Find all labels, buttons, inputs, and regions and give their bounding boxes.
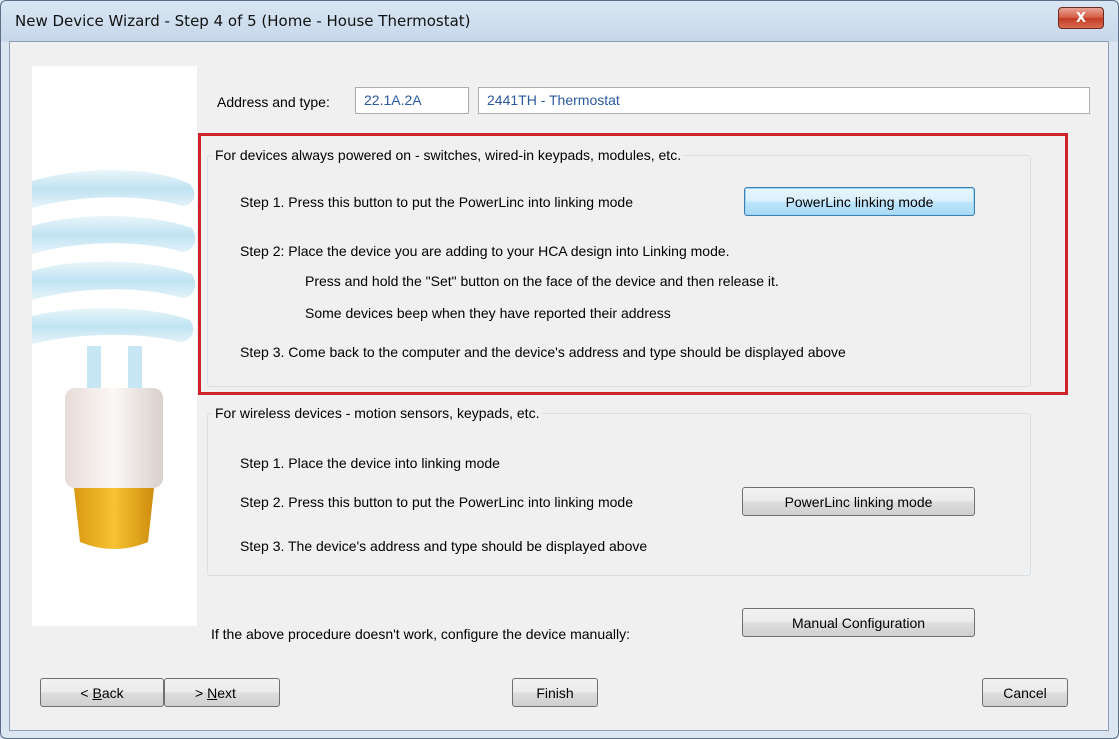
wireless-powerlinc-linking-button[interactable]: PowerLinc linking mode bbox=[742, 487, 975, 516]
wireless-devices-title: For wireless devices - motion sensors, k… bbox=[212, 405, 543, 421]
wizard-window: New Device Wizard - Step 4 of 5 (Home - … bbox=[0, 0, 1119, 739]
back-label-key: B bbox=[92, 684, 102, 701]
title-bar[interactable]: New Device Wizard - Step 4 of 5 (Home - … bbox=[1, 1, 1118, 41]
highlight-box bbox=[198, 133, 1068, 395]
wizard-body: Address and type: 22.1A.2A 2441TH - Ther… bbox=[9, 41, 1109, 731]
finish-button[interactable]: Finish bbox=[512, 678, 598, 707]
back-button[interactable]: < Back bbox=[40, 678, 164, 707]
address-field[interactable]: 22.1A.2A bbox=[355, 87, 469, 114]
back-label-rest: ack bbox=[101, 684, 124, 701]
wireless-step3-text: Step 3. The device's address and type sh… bbox=[240, 538, 648, 554]
window-title: New Device Wizard - Step 4 of 5 (Home - … bbox=[15, 12, 471, 30]
next-button[interactable]: > Next bbox=[164, 678, 280, 707]
next-label-rest: ext bbox=[217, 684, 236, 701]
close-button[interactable]: X bbox=[1058, 7, 1104, 29]
bulb-illustration bbox=[32, 66, 197, 626]
manual-config-text: If the above procedure doesn't work, con… bbox=[211, 626, 631, 642]
cancel-button[interactable]: Cancel bbox=[982, 678, 1068, 707]
cfl-bulb-icon bbox=[32, 170, 196, 549]
back-label-prefix: < bbox=[80, 684, 93, 701]
next-label-prefix: > bbox=[195, 684, 208, 701]
next-label-key: N bbox=[207, 684, 218, 701]
wireless-step1-text: Step 1. Place the device into linking mo… bbox=[240, 455, 500, 471]
device-type-field[interactable]: 2441TH - Thermostat bbox=[478, 87, 1090, 114]
wireless-step2-text: Step 2. Press this button to put the Pow… bbox=[240, 494, 634, 510]
address-type-label: Address and type: bbox=[217, 94, 330, 110]
manual-configuration-button[interactable]: Manual Configuration bbox=[742, 608, 975, 637]
